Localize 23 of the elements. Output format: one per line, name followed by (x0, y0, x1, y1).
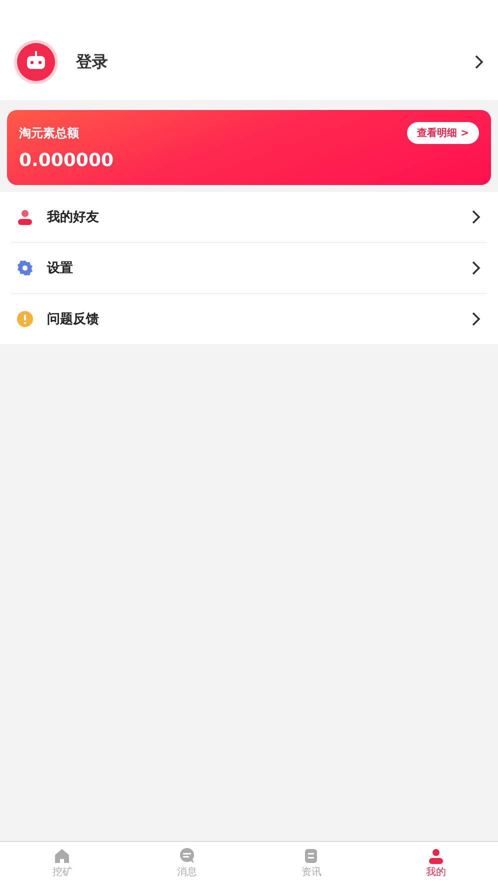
chat-icon (178, 848, 195, 864)
person-icon (17, 209, 33, 225)
tab-item[interactable]: 资讯 (249, 842, 374, 884)
person-icon (428, 848, 444, 864)
balance-amount: 0.000000 (19, 150, 115, 171)
tab-item[interactable]: 挖矿 (0, 842, 124, 884)
robot-avatar-icon[interactable] (14, 40, 58, 84)
chevron-right-icon (474, 54, 484, 70)
document-icon (303, 848, 320, 864)
warning-icon (17, 311, 33, 327)
home-icon (54, 848, 70, 864)
menu-item[interactable]: 问题反馈 (11, 294, 487, 344)
chevron-right-icon (471, 260, 481, 276)
settings-icon (17, 260, 33, 276)
tab-item[interactable]: 消息 (124, 842, 249, 884)
chevron-right-icon (471, 311, 481, 327)
menu-item[interactable]: 设置 (11, 243, 487, 294)
chevron-right-icon (471, 209, 481, 225)
tab-item[interactable]: 我的 (374, 842, 498, 884)
login-link[interactable]: 登录 (76, 52, 456, 72)
details-button[interactable]: 查看明细 > (407, 122, 479, 144)
balance-title: 淘元素总额 (19, 124, 79, 142)
menu-item[interactable]: 我的好友 (11, 192, 487, 243)
